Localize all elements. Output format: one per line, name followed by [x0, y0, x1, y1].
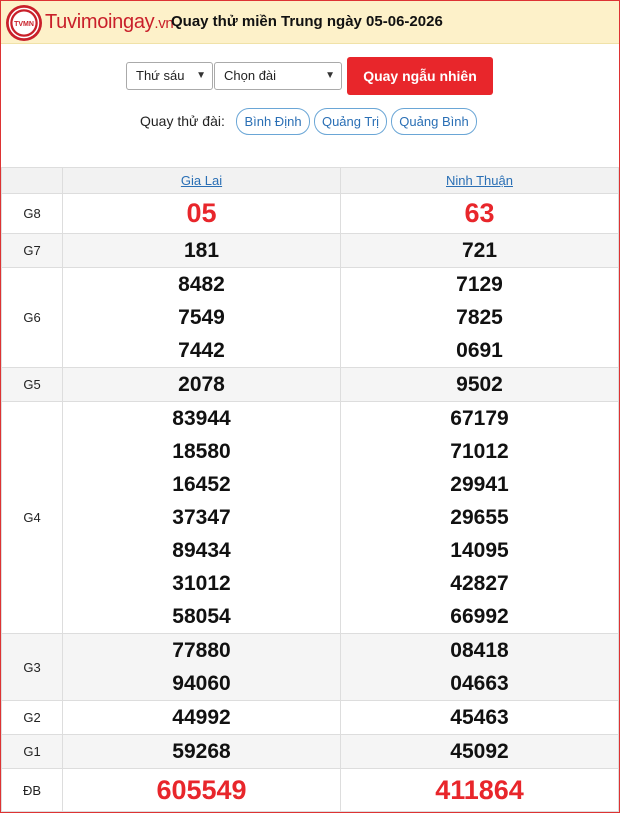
prize-number: 42827 [450, 572, 509, 595]
table-row: G8 05 63 [1, 193, 619, 234]
prize-number: 58054 [172, 605, 231, 628]
logo-text: TVMN [14, 21, 34, 28]
result-cell: 411864 [340, 768, 619, 812]
site-brand[interactable]: Tuvimoingay.vn [45, 11, 174, 34]
prize-number: 2078 [178, 373, 225, 396]
province-select[interactable]: Chọn đài ▼ [214, 62, 342, 90]
result-cell: 45092 [340, 734, 619, 769]
results-table: Gia Lai Ninh Thuận G8 05 63 G7 181 721 G6 8482 7… [1, 167, 619, 812]
results-body: G8 05 63 G7 181 721 G6 8482 7549 7442 7129 7825 0691… [1, 193, 619, 812]
table-header-row: Gia Lai Ninh Thuận [1, 167, 619, 194]
table-row: G2 44992 45463 [1, 700, 619, 735]
prize-number: 29941 [450, 473, 509, 496]
result-cell: 44992 [62, 700, 341, 735]
g8-number: 05 [186, 198, 217, 228]
table-row: G6 8482 7549 7442 7129 7825 0691 [1, 267, 619, 368]
prize-number: 7129 [456, 273, 503, 296]
prize-label: G7 [1, 233, 63, 268]
prize-number: 29655 [450, 506, 509, 529]
province-chip-binh-dinh[interactable]: Bình Định [236, 108, 310, 135]
chevron-down-icon: ▼ [325, 70, 335, 81]
prize-header [1, 167, 63, 194]
province-select-value: Chọn đài [224, 68, 277, 83]
prize-label: G3 [1, 633, 63, 701]
brand-name: Tuvimoingay [45, 11, 155, 33]
prize-number: 83944 [172, 407, 231, 430]
province-link-ninh-thuan[interactable]: Ninh Thuận [446, 173, 513, 188]
prize-number: 59268 [172, 740, 231, 763]
prize-number: 16452 [172, 473, 231, 496]
result-cell: 181 [62, 233, 341, 268]
prize-number: 0691 [456, 339, 503, 362]
prize-number: 181 [183, 239, 220, 262]
prize-label: G2 [1, 700, 63, 735]
table-row: G4 83944 18580 16452 37347 89434 31012 58054 671… [1, 401, 619, 634]
result-cell: 05 [62, 193, 341, 234]
prize-number: 7442 [178, 339, 225, 362]
result-cell: 63 [340, 193, 619, 234]
prize-label: ĐB [1, 768, 63, 812]
result-cell: 2078 [62, 367, 341, 402]
day-select[interactable]: Thứ sáu ▼ [126, 62, 213, 90]
prize-number: 67179 [450, 407, 509, 430]
result-cell: 45463 [340, 700, 619, 735]
prize-label: G5 [1, 367, 63, 402]
prize-label: G4 [1, 401, 63, 634]
prize-number: 94060 [172, 672, 231, 695]
column-header-province-2: Ninh Thuận [340, 167, 619, 194]
prize-number: 7825 [456, 306, 503, 329]
prize-number: 45463 [450, 706, 509, 729]
table-row: ĐB 605549 411864 [1, 768, 619, 812]
prize-label: G6 [1, 267, 63, 368]
result-cell: 721 [340, 233, 619, 268]
table-row: G7 181 721 [1, 233, 619, 268]
prize-number: 89434 [172, 539, 231, 562]
result-cell: 605549 [62, 768, 341, 812]
province-chip-quang-binh[interactable]: Quảng Bình [391, 108, 477, 135]
prize-number: 7549 [178, 306, 225, 329]
prize-number: 04663 [450, 672, 509, 695]
result-cell: 59268 [62, 734, 341, 769]
result-cell: 08418 04663 [340, 633, 619, 701]
result-cell: 8482 7549 7442 [62, 267, 341, 368]
prize-number: 66992 [450, 605, 509, 628]
random-spin-button[interactable]: Quay ngẫu nhiên [347, 57, 493, 95]
prize-number: 31012 [172, 572, 231, 595]
result-cell: 83944 18580 16452 37347 89434 31012 58054 [62, 401, 341, 634]
prize-number: 14095 [450, 539, 509, 562]
result-cell: 9502 [340, 367, 619, 402]
prize-number: 8482 [178, 273, 225, 296]
prize-label: G8 [1, 193, 63, 234]
chevron-down-icon: ▼ [196, 70, 206, 81]
site-logo-icon[interactable]: TVMN [5, 4, 43, 42]
result-cell: 7129 7825 0691 [340, 267, 619, 368]
prize-number: 08418 [450, 639, 509, 662]
page-title: Quay thử miền Trung ngày 05-06-2026 [171, 13, 443, 30]
province-link-gia-lai[interactable]: Gia Lai [181, 173, 222, 188]
table-row: G1 59268 45092 [1, 734, 619, 769]
column-header-province-1: Gia Lai [62, 167, 341, 194]
result-cell: 77880 94060 [62, 633, 341, 701]
result-cell: 67179 71012 29941 29655 14095 42827 66992 [340, 401, 619, 634]
table-row: G3 77880 94060 08418 04663 [1, 633, 619, 701]
special-prize-number: 411864 [435, 775, 524, 805]
prize-number: 44992 [172, 706, 231, 729]
province-filter-label: Quay thử đài: [140, 113, 225, 129]
province-chip-quang-tri[interactable]: Quảng Trị [314, 108, 387, 135]
g8-number: 63 [464, 198, 495, 228]
special-prize-number: 605549 [156, 775, 247, 805]
prize-number: 77880 [172, 639, 231, 662]
prize-number: 37347 [172, 506, 231, 529]
prize-number: 18580 [172, 440, 231, 463]
table-row: G5 2078 9502 [1, 367, 619, 402]
prize-number: 45092 [450, 740, 509, 763]
prize-number: 9502 [456, 373, 503, 396]
prize-label: G1 [1, 734, 63, 769]
prize-number: 721 [461, 239, 498, 262]
top-bar: TVMN Tuvimoingay.vn Quay thử miền Trung … [1, 1, 619, 44]
prize-number: 71012 [450, 440, 509, 463]
day-select-value: Thứ sáu [136, 68, 185, 83]
